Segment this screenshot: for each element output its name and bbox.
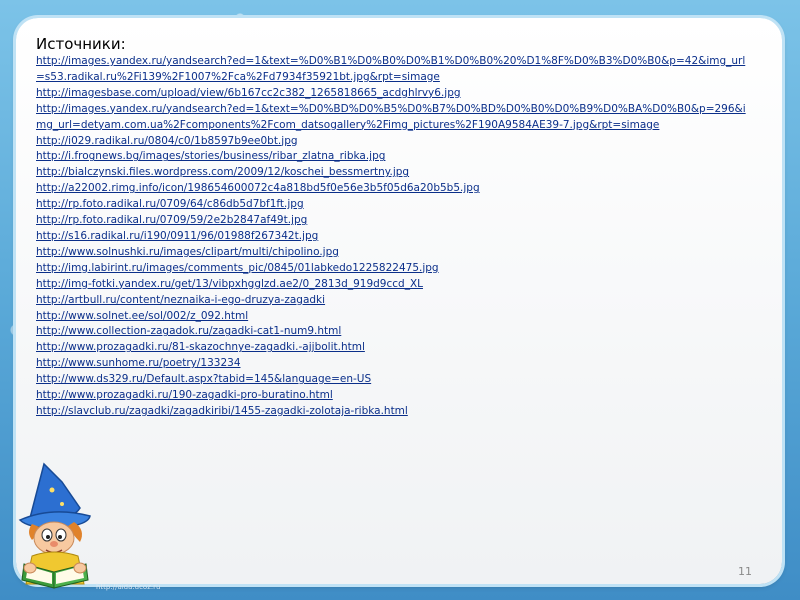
source-link[interactable]: http://s16.radikal.ru/i190/0911/96/01988… (36, 229, 754, 245)
source-link[interactable]: http://www.collection-zagadok.ru/zagadki… (36, 324, 754, 340)
source-link[interactable]: http://i029.radikal.ru/0804/c0/1b8597b9e… (36, 134, 754, 150)
source-link[interactable]: http://img.labirint.ru/images/comments_p… (36, 261, 754, 277)
source-link[interactable]: http://images.yandex.ru/yandsearch?ed=1&… (36, 54, 754, 86)
list-item: http://s16.radikal.ru/i190/0911/96/01988… (36, 229, 754, 245)
list-item: http://www.sunhome.ru/poetry/133234 (36, 356, 754, 372)
source-link[interactable]: http://rp.foto.radikal.ru/0709/64/c86db5… (36, 197, 754, 213)
source-link[interactable]: http://i.frognews.bg/images/stories/busi… (36, 149, 754, 165)
list-item: http://www.prozagadki.ru/81-skazochnye-z… (36, 340, 754, 356)
list-item: http://www.solnushki.ru/images/clipart/m… (36, 245, 754, 261)
list-item: http://images.yandex.ru/yandsearch?ed=1&… (36, 102, 754, 134)
source-link[interactable]: http://www.solnet.ee/sol/002/z_092.html (36, 309, 754, 325)
source-link[interactable]: http://artbull.ru/content/neznaika-i-ego… (36, 293, 754, 309)
source-link[interactable]: http://www.prozagadki.ru/190-zagadki-pro… (36, 388, 754, 404)
source-link[interactable]: http://slavclub.ru/zagadki/zagadkiribi/1… (36, 404, 754, 420)
list-item: http://i029.radikal.ru/0804/c0/1b8597b9e… (36, 134, 754, 150)
list-item: http://www.collection-zagadok.ru/zagadki… (36, 324, 754, 340)
source-link[interactable]: http://www.ds329.ru/Default.aspx?tabid=1… (36, 372, 754, 388)
list-item: http://images.yandex.ru/yandsearch?ed=1&… (36, 54, 754, 86)
source-link[interactable]: http://rp.foto.radikal.ru/0709/59/2e2b28… (36, 213, 754, 229)
wizard-mascot-icon (18, 462, 91, 589)
source-link[interactable]: http://a22002.rimg.info/icon/19865460007… (36, 181, 754, 197)
slide-heading: Источники: (36, 35, 126, 53)
source-link[interactable]: http://bialczynski.files.wordpress.com/2… (36, 165, 754, 181)
list-item: http://rp.foto.radikal.ru/0709/64/c86db5… (36, 197, 754, 213)
source-link[interactable]: http://img-fotki.yandex.ru/get/13/vibpxh… (36, 277, 754, 293)
source-link[interactable]: http://images.yandex.ru/yandsearch?ed=1&… (36, 102, 754, 134)
list-item: http://artbull.ru/content/neznaika-i-ego… (36, 293, 754, 309)
list-item: http://a22002.rimg.info/icon/19865460007… (36, 181, 754, 197)
sources-list: http://images.yandex.ru/yandsearch?ed=1&… (36, 54, 754, 420)
source-link[interactable]: http://www.prozagadki.ru/81-skazochnye-z… (36, 340, 754, 356)
source-link[interactable]: http://www.sunhome.ru/poetry/133234 (36, 356, 754, 372)
list-item: http://img-fotki.yandex.ru/get/13/vibpxh… (36, 277, 754, 293)
list-item: http://slavclub.ru/zagadki/zagadkiribi/1… (36, 404, 754, 420)
source-link[interactable]: http://imagesbase.com/upload/view/6b167c… (36, 86, 754, 102)
list-item: http://www.prozagadki.ru/190-zagadki-pro… (36, 388, 754, 404)
list-item: http://bialczynski.files.wordpress.com/2… (36, 165, 754, 181)
list-item: http://www.ds329.ru/Default.aspx?tabid=1… (36, 372, 754, 388)
list-item: http://i.frognews.bg/images/stories/busi… (36, 149, 754, 165)
watermark-text: http://aida.ucoz.ru (96, 583, 161, 591)
list-item: http://img.labirint.ru/images/comments_p… (36, 261, 754, 277)
list-item: http://imagesbase.com/upload/view/6b167c… (36, 86, 754, 102)
page-number: 11 (738, 565, 752, 578)
list-item: http://www.solnet.ee/sol/002/z_092.html (36, 309, 754, 325)
source-link[interactable]: http://www.solnushki.ru/images/clipart/m… (36, 245, 754, 261)
list-item: http://rp.foto.radikal.ru/0709/59/2e2b28… (36, 213, 754, 229)
